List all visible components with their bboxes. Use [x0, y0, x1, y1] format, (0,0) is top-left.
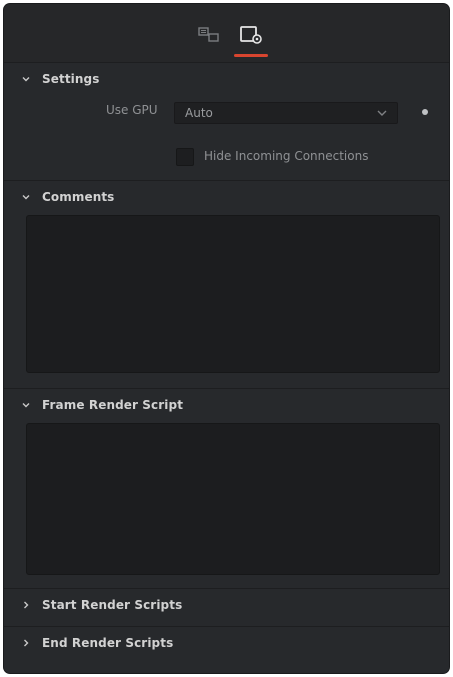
inspector-tab-bar	[4, 4, 449, 63]
keyframe-dot-button[interactable]	[422, 109, 428, 115]
chevron-right-icon	[20, 637, 32, 649]
comments-textarea[interactable]	[26, 215, 440, 373]
chevron-right-icon	[20, 599, 32, 611]
use-gpu-value: Auto	[185, 106, 213, 120]
section-frame-render-script-header[interactable]: Frame Render Script	[4, 388, 449, 421]
tab-settings[interactable]	[236, 22, 266, 52]
settings-panel-icon	[239, 25, 263, 49]
inspector-panel: Settings Use GPU Auto Hide Incoming Conn…	[4, 4, 449, 673]
chevron-down-icon	[20, 399, 32, 411]
section-end-render-scripts-header[interactable]: End Render Scripts	[4, 626, 449, 659]
active-tab-indicator	[234, 54, 268, 57]
chevron-down-icon	[20, 73, 32, 85]
frame-render-script-textarea[interactable]	[26, 423, 440, 575]
tab-node-inputs[interactable]	[194, 22, 224, 52]
chevron-down-icon	[20, 191, 32, 203]
section-title: Settings	[42, 72, 100, 86]
section-settings-header[interactable]: Settings	[4, 62, 449, 95]
node-inputs-icon	[198, 26, 220, 48]
section-title: Start Render Scripts	[42, 598, 183, 612]
section-start-render-scripts-header[interactable]: Start Render Scripts	[4, 588, 449, 621]
section-title: End Render Scripts	[42, 636, 174, 650]
section-title: Comments	[42, 190, 115, 204]
use-gpu-dropdown[interactable]: Auto	[174, 102, 398, 124]
use-gpu-label: Use GPU	[106, 103, 158, 117]
section-comments-header[interactable]: Comments	[4, 180, 449, 213]
hide-incoming-connections-checkbox[interactable]	[176, 148, 194, 166]
section-title: Frame Render Script	[42, 398, 184, 412]
hide-incoming-connections-label: Hide Incoming Connections	[204, 149, 369, 163]
chevron-down-icon	[377, 109, 387, 117]
